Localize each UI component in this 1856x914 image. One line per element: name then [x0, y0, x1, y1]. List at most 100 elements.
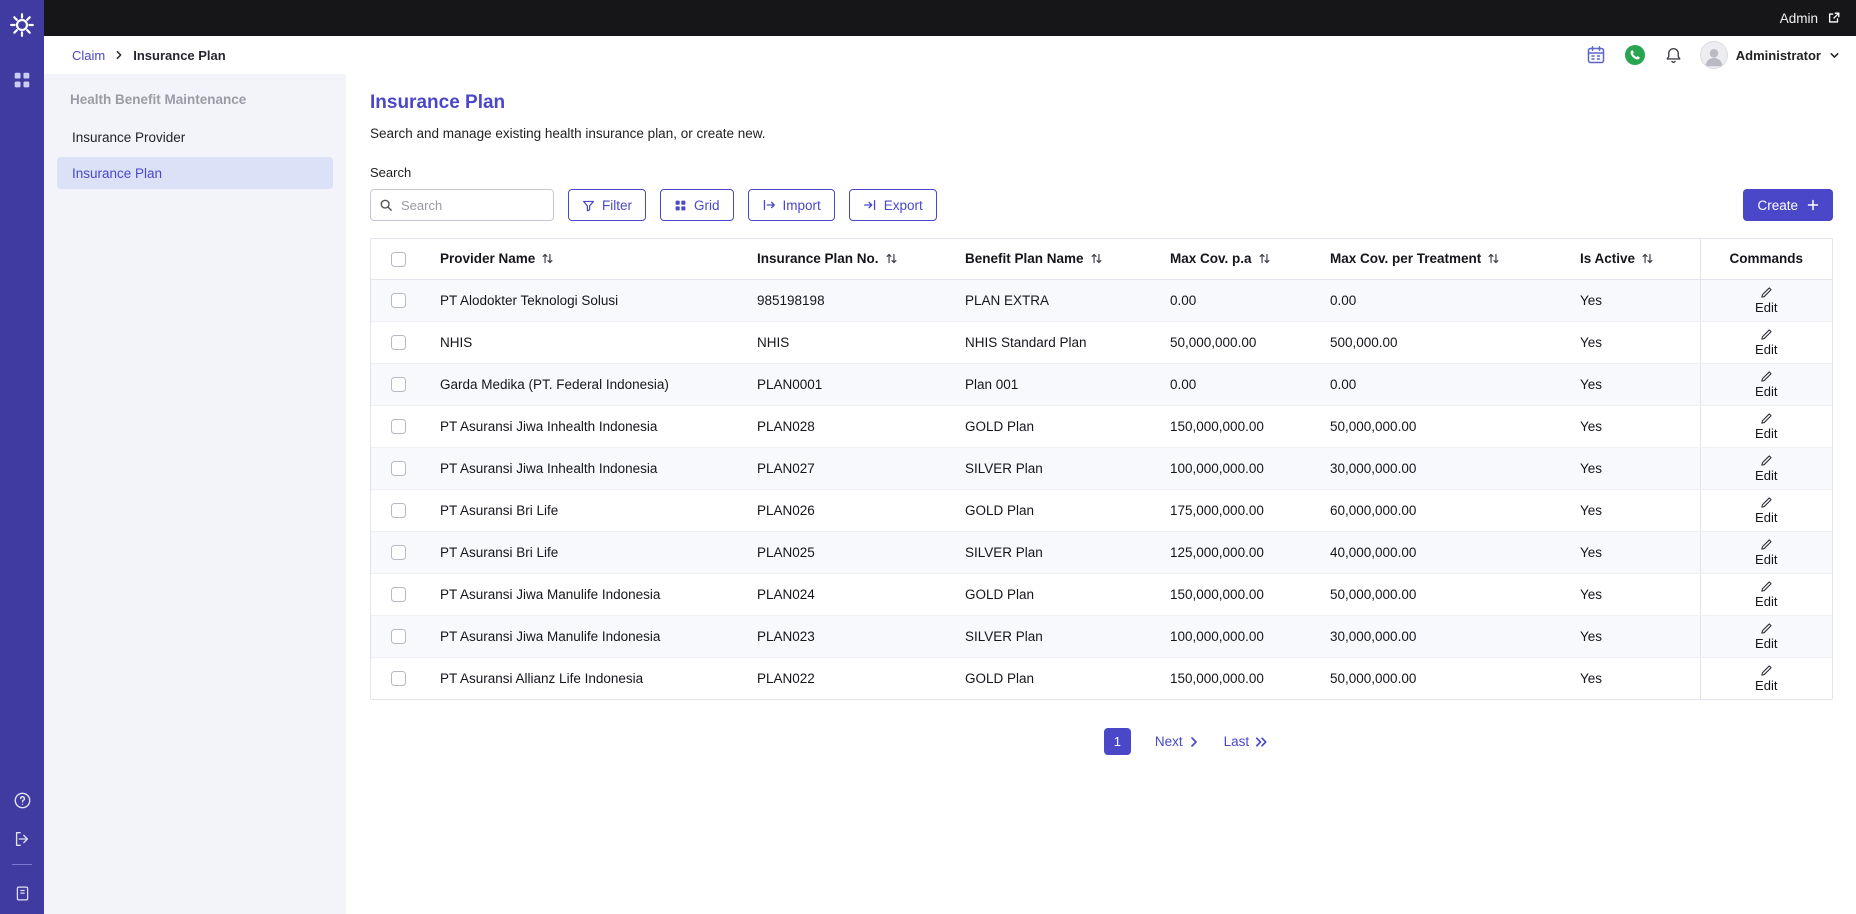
breadcrumb: Claim Insurance Plan — [72, 48, 226, 63]
edit-button[interactable]: Edit — [1755, 620, 1777, 652]
cell-is-active: Yes — [1566, 279, 1700, 322]
page-number-current[interactable]: 1 — [1103, 728, 1131, 755]
table-row: PT Asuransi Jiwa Inhealth Indonesia PLAN… — [371, 405, 1832, 448]
cell-max-cov-pa: 0.00 — [1156, 279, 1316, 322]
sort-arrows-icon[interactable] — [1641, 252, 1654, 265]
header-actions: Administrator — [1586, 41, 1840, 69]
row-checkbox[interactable] — [391, 671, 406, 687]
cell-insurance-plan-no: NHIS — [743, 321, 951, 364]
grid-button[interactable]: Grid — [660, 189, 734, 221]
next-label: Next — [1154, 734, 1183, 749]
sidebar-item-insurance-plan[interactable]: Insurance Plan — [57, 157, 333, 189]
cell-max-cov-per-treatment: 40,000,000.00 — [1316, 531, 1566, 574]
export-icon — [863, 199, 875, 211]
grid-icon — [675, 200, 686, 210]
cell-is-active: Yes — [1566, 573, 1700, 616]
cell-benefit-plan-name: GOLD Plan — [951, 405, 1156, 448]
cell-provider-name: PT Asuransi Bri Life — [426, 531, 743, 574]
apps-grid-icon[interactable] — [13, 71, 31, 94]
row-checkbox[interactable] — [391, 586, 406, 602]
last-page-button[interactable]: Last — [1224, 734, 1270, 749]
rail-divider — [12, 864, 32, 865]
cell-benefit-plan-name: SILVER Plan — [951, 447, 1156, 490]
row-checkbox[interactable] — [391, 544, 406, 560]
calendar-icon[interactable] — [1586, 45, 1606, 65]
export-button[interactable]: Export — [848, 189, 937, 221]
external-link-icon[interactable] — [1827, 11, 1841, 25]
sort-arrows-icon[interactable] — [1090, 252, 1103, 265]
column-insurance-plan-no[interactable]: Insurance Plan No. — [743, 239, 951, 280]
sort-arrows-icon[interactable] — [1487, 252, 1500, 265]
edit-button[interactable]: Edit — [1755, 284, 1777, 316]
sort-arrows-icon[interactable] — [541, 252, 554, 265]
row-checkbox[interactable] — [391, 418, 406, 434]
column-benefit-plan-name[interactable]: Benefit Plan Name — [951, 239, 1156, 280]
toolbar: Filter Grid Import Export Create — [370, 189, 1833, 221]
edit-button[interactable]: Edit — [1755, 452, 1777, 484]
edit-label: Edit — [1755, 300, 1778, 316]
column-label: Insurance Plan No. — [757, 251, 879, 267]
row-checkbox[interactable] — [391, 292, 406, 308]
cell-commands: Edit — [1699, 405, 1832, 448]
row-checkbox-cell — [371, 573, 426, 616]
table-body: PT Alodokter Teknologi Solusi 985198198 … — [371, 279, 1832, 699]
row-checkbox-cell — [371, 657, 426, 699]
next-chevron-icon — [1190, 736, 1197, 747]
row-checkbox-cell — [371, 363, 426, 406]
edit-button[interactable]: Edit — [1755, 326, 1777, 358]
import-button[interactable]: Import — [747, 189, 835, 221]
table-row: PT Asuransi Allianz Life Indonesia PLAN0… — [371, 657, 1832, 699]
select-all-checkbox[interactable] — [391, 251, 406, 267]
bell-icon[interactable] — [1664, 46, 1683, 65]
cell-commands: Edit — [1699, 657, 1832, 699]
user-menu[interactable]: Administrator — [1699, 41, 1840, 69]
edit-button[interactable]: Edit — [1755, 410, 1777, 442]
row-checkbox[interactable] — [391, 502, 406, 518]
edit-button[interactable]: Edit — [1755, 494, 1777, 526]
row-checkbox[interactable] — [391, 628, 406, 644]
edit-button[interactable]: Edit — [1755, 578, 1777, 610]
column-label: Max Cov. p.a — [1170, 251, 1252, 267]
cell-commands: Edit — [1699, 321, 1832, 364]
column-max-cov-pa[interactable]: Max Cov. p.a — [1156, 239, 1316, 280]
pencil-icon — [1761, 497, 1772, 508]
edit-label: Edit — [1755, 552, 1778, 568]
column-is-active[interactable]: Is Active — [1566, 239, 1700, 280]
cell-insurance-plan-no: PLAN023 — [743, 615, 951, 658]
table-header-row: Provider Name Insurance Plan No. Benefit… — [371, 239, 1832, 280]
breadcrumb-claim[interactable]: Claim — [72, 48, 105, 63]
topbar: Admin — [44, 0, 1856, 36]
row-checkbox[interactable] — [391, 376, 406, 392]
avatar-icon — [1699, 41, 1728, 69]
edit-button[interactable]: Edit — [1755, 662, 1777, 694]
cell-insurance-plan-no: PLAN024 — [743, 573, 951, 616]
filter-button[interactable]: Filter — [568, 189, 646, 221]
edit-label: Edit — [1755, 594, 1778, 610]
edit-button[interactable]: Edit — [1755, 536, 1777, 568]
whatsapp-icon[interactable] — [1623, 43, 1647, 67]
cell-benefit-plan-name: SILVER Plan — [951, 531, 1156, 574]
sort-arrows-icon[interactable] — [885, 252, 898, 265]
row-checkbox-cell — [371, 405, 426, 448]
search-input[interactable] — [370, 189, 554, 221]
filter-button-label: Filter — [602, 197, 632, 213]
sidebar-item-insurance-provider[interactable]: Insurance Provider — [57, 121, 333, 153]
cell-max-cov-per-treatment: 60,000,000.00 — [1316, 489, 1566, 532]
column-max-cov-per-treatment[interactable]: Max Cov. per Treatment — [1316, 239, 1566, 280]
create-button[interactable]: Create — [1743, 189, 1833, 221]
help-circle-icon[interactable] — [13, 791, 32, 810]
cell-is-active: Yes — [1566, 405, 1700, 448]
search-section-label: Search — [370, 165, 412, 180]
chevron-down-icon — [1829, 50, 1840, 61]
next-page-button[interactable]: Next — [1155, 734, 1200, 749]
row-checkbox-cell — [371, 321, 426, 364]
row-checkbox[interactable] — [391, 460, 406, 476]
logout-icon[interactable] — [13, 830, 31, 848]
row-checkbox[interactable] — [391, 334, 406, 350]
edit-button[interactable]: Edit — [1755, 368, 1777, 400]
sort-arrows-icon[interactable] — [1258, 252, 1271, 265]
cell-insurance-plan-no: PLAN027 — [743, 447, 951, 490]
manual-book-icon[interactable] — [14, 885, 31, 902]
column-provider-name[interactable]: Provider Name — [426, 239, 743, 280]
cell-commands: Edit — [1699, 531, 1832, 574]
